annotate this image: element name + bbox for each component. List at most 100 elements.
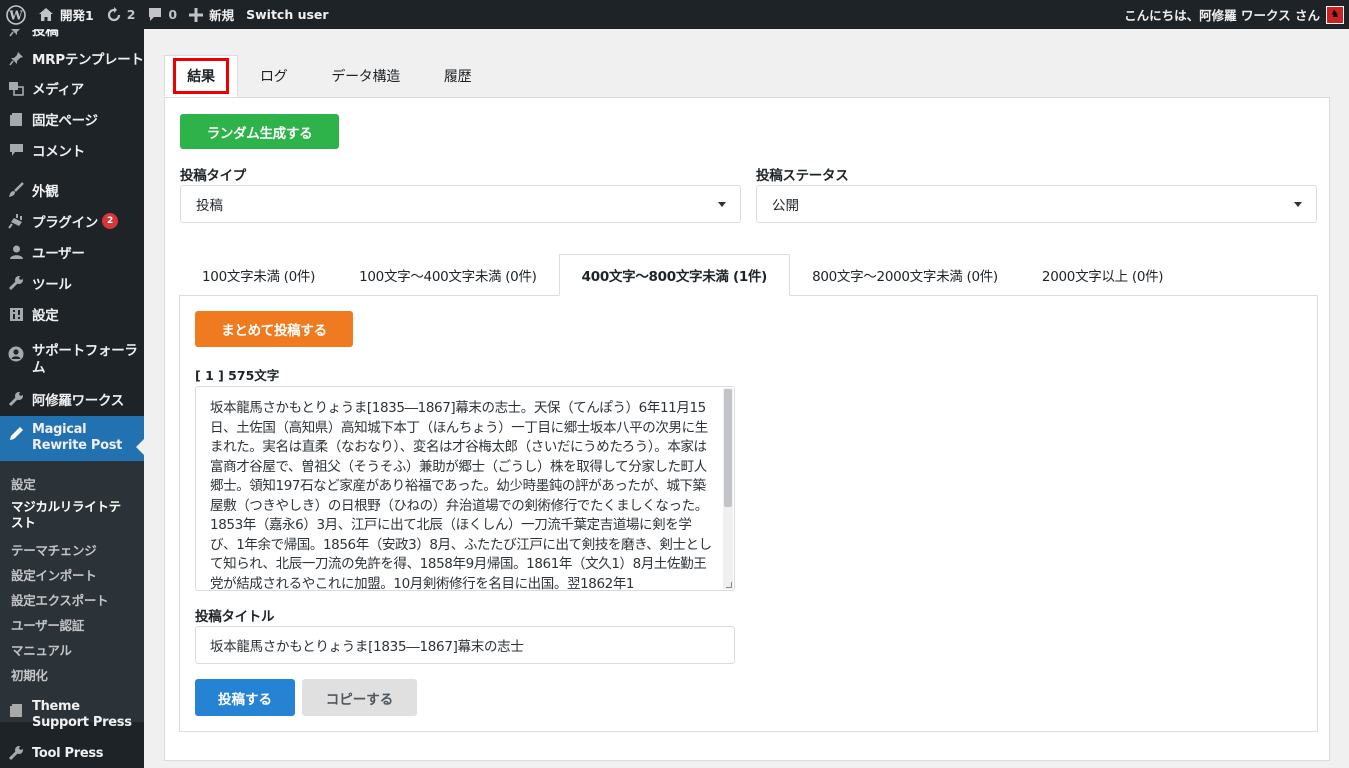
copy-button[interactable]: コピーする [302, 679, 417, 716]
post-status-select[interactable]: 公開 [756, 185, 1317, 223]
menu-magical-rewrite-post[interactable]: Magical Rewrite Post [0, 416, 144, 462]
tab-log[interactable]: ログ [238, 55, 309, 97]
menu-label: 投稿 [32, 29, 59, 39]
random-generate-button[interactable]: ランダム生成する [180, 114, 339, 149]
menu-label: MRPテンプレート [32, 52, 144, 68]
post-status-value: 公開 [772, 198, 799, 214]
textarea-scrollbar-thumb[interactable] [724, 389, 732, 507]
submenu-manual[interactable]: マニュアル [0, 640, 144, 659]
my-account[interactable]: こんにちは、阿修羅 ワークス さん ♞ [1118, 0, 1349, 29]
post-button[interactable]: 投稿する [195, 679, 295, 716]
menu-plugins[interactable]: プラグイン 2 [0, 210, 144, 232]
menu-label: ツール [32, 277, 72, 293]
pin-icon [8, 50, 24, 66]
chevron-down-icon [718, 202, 726, 207]
menu-label: Theme Support Press [32, 699, 132, 730]
menu-pages[interactable]: 固定ページ [0, 108, 144, 130]
submenu-theme-change[interactable]: テーマチェンジ [0, 540, 144, 559]
menu-theme-support-press[interactable]: Theme Support Press [0, 699, 144, 735]
greeting: こんにちは、阿修羅 ワークス さん [1124, 8, 1320, 23]
menu-tools[interactable]: ツール [0, 272, 144, 294]
submenu-settings[interactable]: 設定 [0, 474, 144, 493]
menu-label: メディア [32, 82, 84, 98]
switch-user-link[interactable]: Switch user [240, 0, 334, 29]
svg-text:W: W [8, 8, 23, 22]
comments-link[interactable]: 0 [141, 0, 183, 29]
updates-link[interactable]: 2 [100, 0, 142, 29]
plugin-update-badge: 2 [102, 213, 118, 229]
wordpress-logo-icon[interactable]: W [0, 0, 32, 29]
menu-asura-works[interactable]: 阿修羅ワークス [0, 388, 144, 410]
menu-comments[interactable]: コメント [0, 139, 144, 161]
post-type-select[interactable]: 投稿 [180, 185, 741, 223]
menu-label: 外観 [32, 184, 59, 200]
comment-icon [147, 7, 163, 22]
active-menu-arrow [136, 439, 144, 455]
switch-user-label: Switch user [246, 7, 329, 22]
menu-label: ユーザー [32, 246, 85, 262]
result-panel: ランダム生成する 投稿タイプ 投稿 投稿ステータス 公開 100文字未満 (0件… [164, 97, 1330, 761]
menu-settings[interactable]: 設定 [0, 303, 144, 325]
menu-label: サポートフォーラム [32, 343, 138, 376]
comments-count: 0 [168, 7, 178, 22]
tab-400-800[interactable]: 400文字～800文字未満 (1件) [558, 254, 791, 296]
page-icon [8, 111, 24, 127]
site-name: 開発1 [60, 8, 94, 23]
submenu-settings-export[interactable]: 設定エクスポート [0, 590, 144, 609]
entry-char-count: [ 1 ] 575文字 [195, 368, 280, 383]
tab-100-400[interactable]: 100文字～400文字未満 (0件) [337, 254, 559, 296]
menu-media[interactable]: メディア [0, 77, 144, 99]
post-status-label: 投稿ステータス [756, 168, 849, 184]
tab-history[interactable]: 履歴 [422, 55, 493, 97]
entry-body-textarea[interactable]: 坂本龍馬さかもとりょうま[1835―1867]幕末の志士。天保（てんぽう）6年1… [195, 386, 735, 591]
tab-data-structure[interactable]: データ構造 [309, 55, 422, 97]
post-title-input[interactable]: 坂本龍馬さかもとりょうま[1835―1867]幕末の志士 [195, 626, 735, 664]
tab-over-2000[interactable]: 2000文字以上 (0件) [1020, 254, 1185, 296]
menu-appearance[interactable]: 外観 [0, 179, 144, 201]
menu-label: 阿修羅ワークス [32, 393, 124, 409]
main-tabs: 結果 ログ データ構造 履歴 [164, 55, 493, 97]
menu-mrp-template[interactable]: MRPテンプレート [0, 47, 144, 69]
bulk-post-button[interactable]: まとめて投稿する [195, 311, 353, 347]
updates-count: 2 [126, 7, 136, 22]
menu-tool-press[interactable]: Tool Press [0, 742, 144, 764]
new-label: 新規 [209, 8, 235, 23]
length-tab-panel: まとめて投稿する [ 1 ] 575文字 坂本龍馬さかもとりょうま[1835―1… [179, 295, 1318, 732]
chevron-down-icon [1294, 202, 1302, 207]
admin-bar: W 開発1 2 0 新規 Switch user こんにちは、阿修羅 ワークス … [0, 0, 1349, 29]
entry-body-text: 坂本龍馬さかもとりょうま[1835―1867]幕末の志士。天保（てんぽう）6年1… [210, 400, 712, 591]
plus-icon [189, 7, 204, 22]
length-tabs: 100文字未満 (0件) 100文字～400文字未満 (0件) 400文字～80… [180, 254, 1185, 296]
main-content: 結果 ログ データ構造 履歴 ランダム生成する 投稿タイプ 投稿 投稿ステータス… [144, 29, 1349, 768]
post-title-value: 坂本龍馬さかもとりょうま[1835―1867]幕末の志士 [210, 639, 524, 655]
tab-800-2000[interactable]: 800文字～2000文字未満 (0件) [790, 254, 1020, 296]
admin-sidebar: 投稿 MRPテンプレート メディア 固定ページ コメント 外観 プラグイン 2 … [0, 29, 144, 768]
menu-posts[interactable]: 投稿 [0, 29, 144, 39]
wrench-icon [8, 391, 24, 407]
menu-label: プラグイン [32, 215, 98, 231]
post-type-value: 投稿 [196, 198, 223, 214]
menu-label: 固定ページ [32, 113, 98, 129]
updates-icon [106, 6, 122, 23]
comment-icon [8, 142, 24, 158]
menu-label: 設定 [32, 308, 59, 324]
menu-support-forum[interactable]: サポートフォーラム [0, 343, 144, 379]
tab-under-100[interactable]: 100文字未満 (0件) [180, 254, 337, 296]
submenu-user-auth[interactable]: ユーザー認証 [0, 615, 144, 634]
pencil-icon [8, 425, 24, 441]
media-icon [8, 80, 24, 96]
plugin-icon [8, 213, 24, 229]
menu-label: Magical Rewrite Post [32, 422, 123, 453]
post-title-label: 投稿タイトル [195, 609, 275, 625]
menu-users[interactable]: ユーザー [0, 241, 144, 263]
brush-icon [8, 182, 24, 198]
submenu-reset[interactable]: 初期化 [0, 665, 144, 684]
new-content-link[interactable]: 新規 [183, 0, 240, 29]
tab-result[interactable]: 結果 [164, 55, 238, 97]
resize-grip-icon[interactable] [726, 582, 732, 588]
site-name-link[interactable]: 開発1 [32, 0, 100, 29]
home-icon [38, 7, 54, 22]
submenu-magical-rewrite-test[interactable]: マジカルリライトテスト [0, 499, 130, 531]
submenu-settings-import[interactable]: 設定インポート [0, 565, 144, 584]
tab-result-label: 結果 [173, 58, 229, 94]
